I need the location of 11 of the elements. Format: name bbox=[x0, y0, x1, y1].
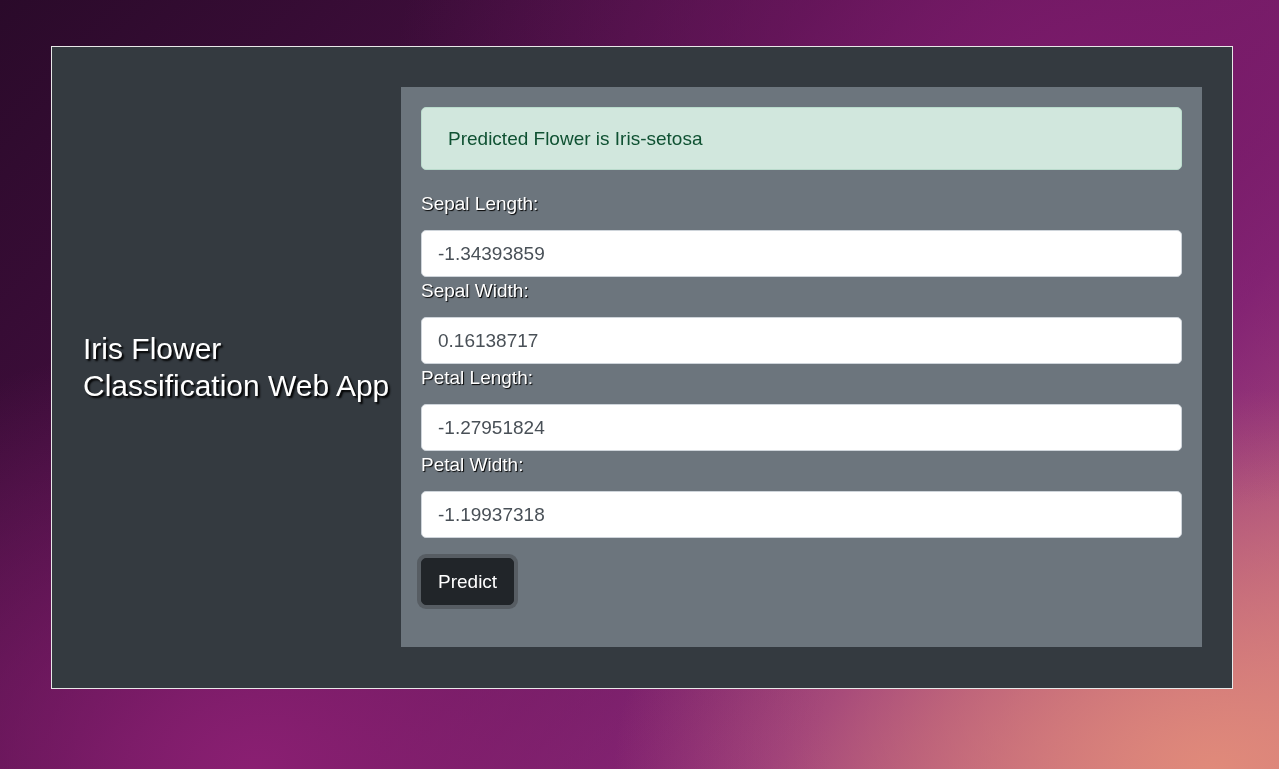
field-label: Sepal Length: bbox=[421, 193, 539, 215]
input-field[interactable]: -1.27951824 bbox=[421, 404, 1182, 451]
prediction-alert: Predicted Flower is Iris-setosa bbox=[421, 107, 1182, 170]
app-title: Iris Flower Classification Web App bbox=[83, 331, 391, 404]
input-field[interactable]: -1.34393859 bbox=[421, 230, 1182, 277]
input-field[interactable]: -1.19937318 bbox=[421, 491, 1182, 538]
field-label: Petal Length: bbox=[421, 367, 533, 389]
field-label: Petal Width: bbox=[421, 454, 524, 476]
predict-button[interactable]: Predict bbox=[421, 558, 515, 605]
field-label: Sepal Width: bbox=[421, 280, 529, 302]
input-field[interactable]: 0.16138717 bbox=[421, 317, 1182, 364]
